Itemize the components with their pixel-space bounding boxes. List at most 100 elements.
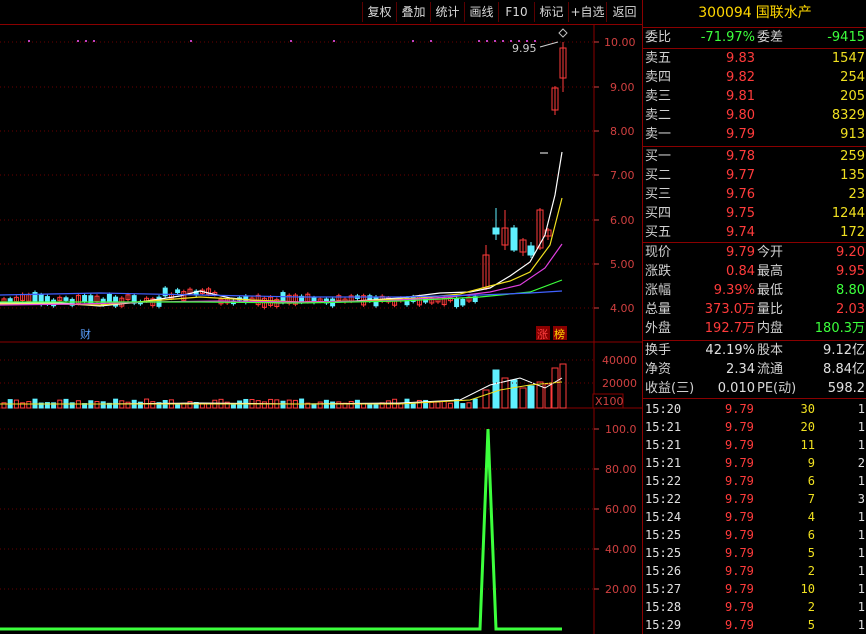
tick-volume: 2 <box>807 600 815 614</box>
tick-row: 15:29 9.79 5 1 <box>643 616 866 634</box>
volume-bar <box>311 403 317 409</box>
tick-count: 2 <box>857 456 865 470</box>
stat-label: 内盘 <box>757 321 784 336</box>
indicator-line <box>0 428 562 631</box>
fin-row: 换手 42.19% 股本 9.12亿 <box>643 342 866 360</box>
bid-label: 买一 <box>645 149 672 164</box>
tick-row: 15:25 9.79 6 1 <box>643 526 866 544</box>
volume-bar <box>137 401 143 409</box>
mark-button[interactable]: 标记 <box>534 2 568 22</box>
ask-volume: 205 <box>840 89 865 104</box>
indicator-tick: 80.00 <box>605 463 637 476</box>
f10-button[interactable]: F10 <box>498 2 534 22</box>
ask-price: 9.81 <box>726 89 755 104</box>
stat-value: 0.84 <box>726 264 755 279</box>
indicator-tick: 20.00 <box>605 583 637 596</box>
fin-value: 598.2 <box>827 381 865 396</box>
ask-label: 卖一 <box>645 127 672 142</box>
volume-bar <box>559 363 567 409</box>
volume-bar <box>44 402 50 409</box>
volume-bar <box>348 400 354 409</box>
stat-label: 最低 <box>757 283 784 298</box>
candle <box>106 293 112 303</box>
ask-price: 9.82 <box>726 70 755 85</box>
tick-row: 15:22 9.79 7 3 <box>643 490 866 508</box>
stat-value: 9.39% <box>713 283 755 298</box>
tick-count: 3 <box>857 492 865 506</box>
draw-line-button[interactable]: 画线 <box>464 2 498 22</box>
bid-volume: 172 <box>840 225 865 240</box>
limit-up-marker[interactable]: 涨 <box>537 328 548 341</box>
tick-count: 1 <box>857 618 865 632</box>
ask-price: 9.80 <box>726 108 755 123</box>
tick-count: 1 <box>857 474 865 488</box>
volume-bar <box>280 400 286 409</box>
tick-volume: 4 <box>807 510 815 524</box>
volume-bar <box>94 401 100 409</box>
fin-row: 收益(三) 0.010 PE(动) 598.2 <box>643 380 866 398</box>
statistics-button[interactable]: 统计 <box>430 2 464 22</box>
tick-price: 9.79 <box>725 564 754 578</box>
volume-bar <box>472 398 478 409</box>
bid-price: 9.78 <box>726 149 755 164</box>
stat-row: 现价 9.79 今开 9.20 <box>643 244 866 262</box>
overlay-button[interactable]: 叠加 <box>396 2 430 22</box>
stat-label: 涨幅 <box>645 283 672 298</box>
back-button[interactable]: 返回 <box>606 2 642 22</box>
add-watchlist-button[interactable]: +自选 <box>568 2 606 22</box>
price-tick: 5.00 <box>610 258 635 271</box>
volume-tick: 20000 <box>602 377 637 390</box>
tick-count: 1 <box>857 402 865 416</box>
volume-bar <box>510 379 518 409</box>
bid-row: 买五 9.74 172 <box>643 224 866 242</box>
volume-bar <box>460 403 466 409</box>
tick-price: 9.79 <box>725 546 754 560</box>
ask-label: 卖五 <box>645 51 672 66</box>
volume-bars <box>1 363 567 409</box>
tick-row: 15:26 9.79 2 1 <box>643 562 866 580</box>
fin-label: 收益(三) <box>645 381 695 396</box>
volume-bar <box>429 401 435 409</box>
finance-marker[interactable]: 财 <box>80 327 91 341</box>
ask-volume: 254 <box>840 70 865 85</box>
fin-label: PE(动) <box>757 381 797 396</box>
fin-row: 净资 2.34 流通 8.84亿 <box>643 361 866 379</box>
tick-price: 9.79 <box>725 528 754 542</box>
volume-bar <box>441 400 447 409</box>
tick-time: 15:21 <box>645 438 682 452</box>
tick-time: 15:25 <box>645 528 682 542</box>
tick-price: 9.79 <box>725 456 754 470</box>
candle <box>460 298 466 306</box>
tick-count: 1 <box>857 600 865 614</box>
kline-chart[interactable]: 10.00 9.00 8.00 7.00 6.00 5.00 4.00 9.95 <box>0 24 642 634</box>
tick-count: 1 <box>857 564 865 578</box>
tick-price: 9.79 <box>725 438 754 452</box>
volume-bar <box>519 387 527 409</box>
weibi-label: 委比 <box>645 30 672 45</box>
ask-row: 卖一 9.79 913 <box>643 126 866 144</box>
ask-volume: 1547 <box>831 51 865 66</box>
stat-value: 2.03 <box>836 302 865 317</box>
tick-count: 1 <box>857 420 865 434</box>
high-price-label: 9.95 <box>512 42 537 55</box>
tick-price: 9.79 <box>725 420 754 434</box>
tick-time: 15:29 <box>645 618 682 632</box>
tick-time: 15:24 <box>645 510 682 524</box>
fuquan-button[interactable]: 复权 <box>362 2 396 22</box>
volume-bar <box>261 401 267 409</box>
candle <box>492 227 500 235</box>
indicator-tick: 40.00 <box>605 543 637 556</box>
bid-row: 买四 9.75 1244 <box>643 205 866 223</box>
ranking-marker[interactable]: 榜 <box>554 327 565 341</box>
tick-row: 15:21 9.79 9 2 <box>643 454 866 472</box>
candle <box>454 298 460 308</box>
tick-volume: 11 <box>800 438 815 452</box>
fin-label: 流通 <box>757 362 784 377</box>
fin-label: 换手 <box>645 343 672 358</box>
bid-price: 9.74 <box>726 225 755 240</box>
stat-row: 涨幅 9.39% 最低 8.80 <box>643 282 866 300</box>
stat-label: 外盘 <box>645 321 672 336</box>
stat-value: 9.20 <box>836 245 865 260</box>
volume-bar <box>551 367 559 409</box>
tick-volume: 6 <box>807 528 815 542</box>
